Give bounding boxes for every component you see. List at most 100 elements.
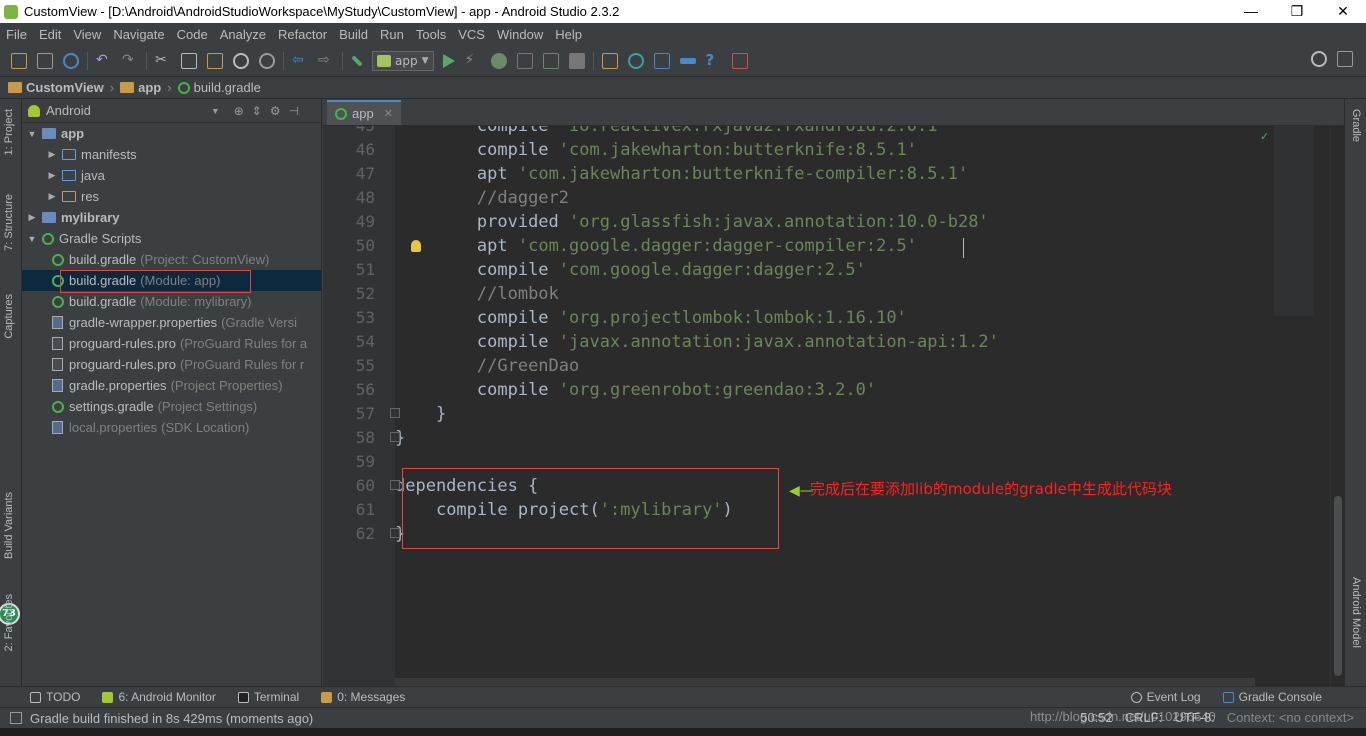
tree-item[interactable]: settings.gradle (Project Settings) <box>22 396 321 417</box>
close-icon[interactable]: ✕ <box>384 107 393 120</box>
forward-icon[interactable]: ⇨ <box>318 53 334 69</box>
help-icon[interactable]: ? <box>706 52 722 69</box>
run-config-select[interactable]: app ▼ <box>372 50 434 71</box>
fold-marker-icon[interactable] <box>390 528 400 538</box>
copy-icon[interactable] <box>181 52 197 69</box>
tab-app[interactable]: app ✕ <box>327 100 401 125</box>
profile-icon[interactable] <box>516 52 533 69</box>
menu-item-vcs[interactable]: VCS <box>452 27 491 42</box>
expand-right-icon[interactable]: ▶ <box>26 212 38 223</box>
tab-event-log[interactable]: Event Log <box>1130 690 1201 704</box>
stop-icon[interactable] <box>568 52 585 69</box>
tree-item[interactable]: gradle-wrapper.properties (Gradle Versi <box>22 312 321 333</box>
tree-item[interactable]: ▶ res <box>22 186 321 207</box>
tab-terminal[interactable]: Terminal <box>237 690 299 704</box>
paste-icon[interactable] <box>207 52 223 69</box>
instant-run-icon[interactable]: ⚡ <box>465 53 481 69</box>
restore-button[interactable]: ❐ <box>1274 0 1320 23</box>
debug-icon[interactable] <box>490 52 507 69</box>
menu-item-code[interactable]: Code <box>171 27 214 42</box>
breadcrumb-project[interactable]: CustomView <box>8 80 104 95</box>
layout-icon[interactable] <box>1337 51 1353 67</box>
menu-item-navigate[interactable]: Navigate <box>107 27 170 42</box>
redo-icon[interactable]: ↷ <box>122 53 138 69</box>
code-editor[interactable]: 45 46 47 48 49 50 51 52 53 54 55 56 57 58 59 60 61 62 com… <box>323 126 1344 686</box>
sdk-manager-icon[interactable] <box>679 57 696 64</box>
captures-tool-tab[interactable]: Captures <box>3 294 15 339</box>
project-structure-icon[interactable] <box>653 52 670 69</box>
open-folder-icon[interactable] <box>11 52 27 69</box>
hide-panel-icon[interactable]: ⊣ <box>289 104 299 118</box>
favorites-tool-tab[interactable]: 2: Favorites <box>3 594 15 651</box>
replace-icon[interactable] <box>259 52 275 69</box>
tree-item[interactable]: gradle.properties (Project Properties) <box>22 375 321 396</box>
tab-android-monitor[interactable]: 6: Android Monitor <box>102 690 216 704</box>
close-button[interactable]: ✕ <box>1320 0 1366 23</box>
tab-todo[interactable]: TODO <box>30 690 80 704</box>
menu-item-file[interactable]: File <box>0 27 33 42</box>
run-icon[interactable] <box>442 53 455 68</box>
fold-marker-icon[interactable] <box>390 480 400 490</box>
avd-manager-icon[interactable] <box>601 52 618 69</box>
android-device-monitor-icon[interactable] <box>731 52 748 69</box>
tree-item[interactable]: build.gradle (Module: mylibrary) <box>22 291 321 312</box>
tree-item[interactable]: ▼ app <box>22 123 321 144</box>
save-icon[interactable] <box>37 52 53 69</box>
tree-item[interactable]: ▼ Gradle Scripts <box>22 228 321 249</box>
undo-icon[interactable]: ↶ <box>96 53 112 69</box>
tree-item[interactable]: proguard-rules.pro (ProGuard Rules for a <box>22 333 321 354</box>
code-area[interactable]: compile 'io.reactivex:rxjava2:rxandroid:… <box>395 126 1264 686</box>
scroll-from-source-icon[interactable]: ⊕ <box>234 104 244 118</box>
code-minimap[interactable]: ✓ <box>1260 126 1314 316</box>
breadcrumb-file[interactable]: build.gradle <box>177 80 261 95</box>
build-variants-tool-tab[interactable]: Build Variants <box>3 484 15 559</box>
vertical-scrollbar[interactable] <box>1330 126 1344 686</box>
back-icon[interactable]: ⇦ <box>292 53 308 69</box>
sync-icon[interactable] <box>63 52 79 69</box>
project-tool-tab[interactable]: 1: Project <box>3 109 15 155</box>
make-project-icon[interactable] <box>351 54 363 67</box>
tool-windows-toggle-icon[interactable] <box>10 712 22 724</box>
lightbulb-icon[interactable] <box>411 240 421 252</box>
android-model-tool-tab[interactable]: Android Model <box>1350 577 1362 648</box>
expand-right-icon[interactable]: ▶ <box>46 149 58 160</box>
attach-debugger-icon[interactable] <box>542 52 559 69</box>
structure-tool-tab[interactable]: 7: Structure <box>3 194 15 251</box>
tree-item[interactable]: local.properties (SDK Location) <box>22 417 321 438</box>
menu-item-window[interactable]: Window <box>491 27 549 42</box>
search-everywhere-icon[interactable] <box>1311 51 1327 67</box>
menu-item-analyze[interactable]: Analyze <box>214 27 272 42</box>
menu-item-help[interactable]: Help <box>549 27 588 42</box>
menu-item-view[interactable]: View <box>67 27 107 42</box>
tree-item[interactable]: ▶ java <box>22 165 321 186</box>
menu-item-edit[interactable]: Edit <box>33 27 67 42</box>
gradle-tool-tab[interactable]: Gradle <box>1350 109 1362 142</box>
tree-item[interactable]: ▶ mylibrary <box>22 207 321 228</box>
gear-icon[interactable]: ⚙ <box>270 104 281 118</box>
expand-right-icon[interactable]: ▶ <box>46 170 58 181</box>
expand-right-icon[interactable]: ▶ <box>46 191 58 202</box>
menu-item-refactor[interactable]: Refactor <box>272 27 333 42</box>
gradle-sync-icon[interactable] <box>627 52 644 69</box>
expand-down-icon[interactable]: ▼ <box>26 129 38 139</box>
collapse-all-icon[interactable]: ⇕ <box>252 104 262 118</box>
expand-down-icon[interactable]: ▼ <box>26 234 38 244</box>
tab-gradle-console[interactable]: Gradle Console <box>1222 690 1322 704</box>
horizontal-scrollbar[interactable] <box>395 678 1255 686</box>
tree-item[interactable]: ▶ manifests <box>22 144 321 165</box>
fold-marker-icon[interactable] <box>390 432 400 442</box>
tree-item[interactable]: proguard-rules.pro (ProGuard Rules for r <box>22 354 321 375</box>
breadcrumb-module[interactable]: app <box>120 80 161 95</box>
tab-messages[interactable]: 0: Messages <box>321 690 405 704</box>
menu-item-tools[interactable]: Tools <box>410 27 452 42</box>
chevron-down-icon[interactable]: ▼ <box>211 106 220 116</box>
menu-item-run[interactable]: Run <box>374 27 410 42</box>
find-icon[interactable] <box>233 52 249 69</box>
project-view-mode[interactable]: Android <box>46 103 91 118</box>
tree-item[interactable]: build.gradle (Project: CustomView) <box>22 249 321 270</box>
menu-item-build[interactable]: Build <box>333 27 374 42</box>
fold-marker-icon[interactable] <box>390 408 400 418</box>
scrollbar-thumb[interactable] <box>1334 496 1342 676</box>
cut-icon[interactable]: ✂ <box>155 53 171 69</box>
minimize-button[interactable]: — <box>1228 0 1274 23</box>
